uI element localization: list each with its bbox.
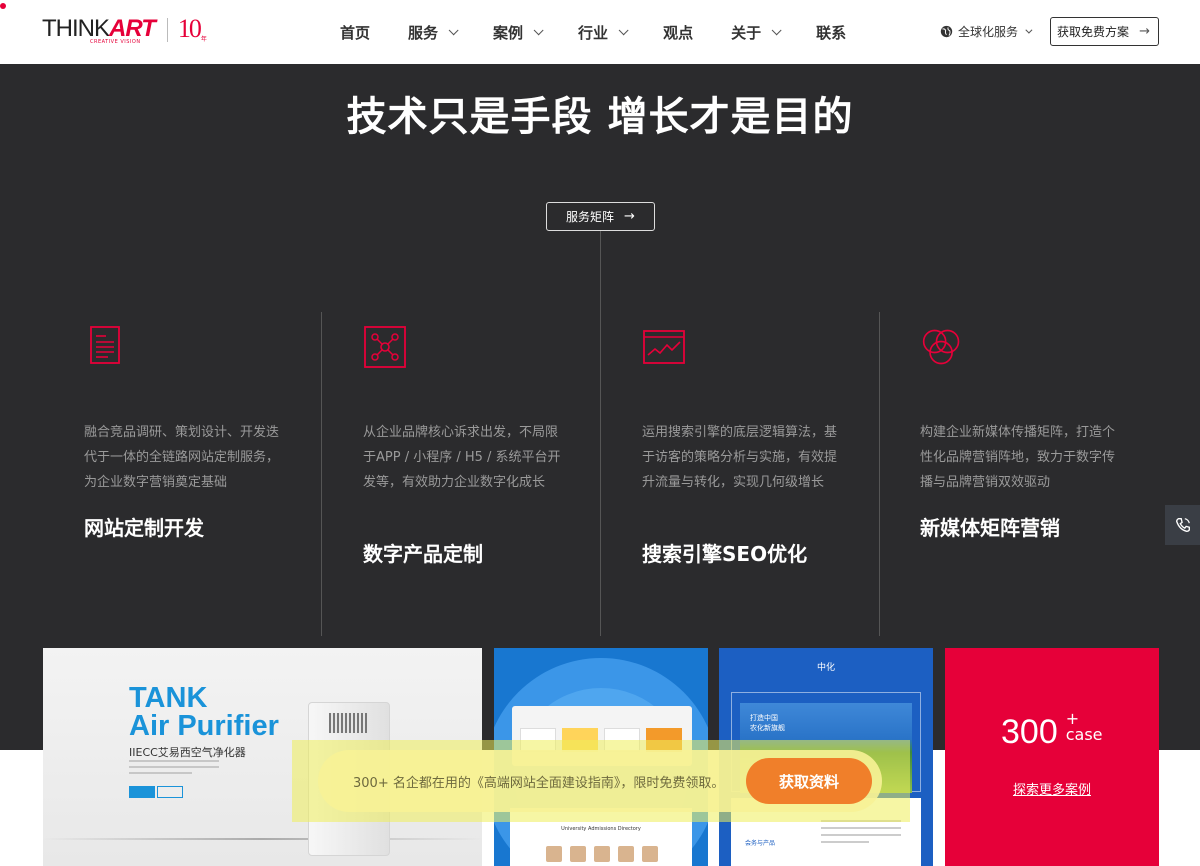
center-divider: [600, 231, 601, 636]
case-count-plus: +: [1065, 709, 1080, 728]
nav-item-about[interactable]: 关于: [731, 22, 782, 43]
get-materials-button[interactable]: 获取资料: [746, 758, 872, 804]
case-tank-text-lines: [129, 760, 219, 778]
case-zhonghua-headline: 打造中国 农化新旗舰: [750, 713, 785, 733]
service-title: 新媒体矩阵营销: [920, 516, 1060, 540]
globe-icon: [940, 25, 953, 38]
site-header: THINKART CREATIVE VISION 10 年 首页 服务 案例 行…: [0, 0, 1200, 64]
service-title: 数字产品定制: [363, 542, 483, 566]
column-divider: [879, 312, 880, 636]
service-matrix-label: 服务矩阵: [566, 210, 615, 224]
nav-item-insights[interactable]: 观点: [663, 22, 693, 43]
promo-text: 300+ 名企都在用的《高端网站全面建设指南》，限时免费领取。: [353, 776, 725, 791]
hero-title: 技术只是手段 增长才是目的: [346, 94, 854, 140]
case-count-card: 300 + case 探索更多案例: [945, 648, 1159, 866]
floor-shadow: [43, 838, 482, 840]
case-tank-title-line: Air Purifier: [129, 710, 279, 742]
network-nodes-icon: [364, 326, 406, 368]
global-service-selector[interactable]: 全球化服务: [940, 23, 1033, 40]
column-divider: [321, 312, 322, 636]
case-tank-title: TANK Air Purifier: [129, 682, 279, 742]
main-nav: 首页 服务 案例 行业 观点 关于 联系: [340, 0, 884, 64]
profile-photos: [546, 846, 666, 862]
nav-label: 首页: [340, 23, 371, 42]
service-matrix-button[interactable]: 服务矩阵 →: [546, 202, 655, 231]
case-tank-title-line: TANK: [129, 682, 208, 714]
case-tank-button-secondary: [157, 786, 183, 798]
nav-item-industry[interactable]: 行业: [578, 22, 629, 43]
nav-item-cases[interactable]: 案例: [493, 22, 544, 43]
arrow-right-icon: →: [1139, 24, 1150, 39]
case-count-unit: case: [1065, 725, 1103, 744]
nav-item-services[interactable]: 服务: [408, 22, 459, 43]
anniversary-unit: 年: [200, 36, 207, 43]
overlapping-circles-icon: [922, 329, 960, 365]
headline-line: 打造中国: [750, 714, 778, 722]
service-title: 网站定制开发: [84, 516, 204, 540]
case-zhonghua-tag: 会务与产品: [745, 840, 776, 847]
chevron-down-icon: [771, 24, 782, 35]
chevron-down-icon: [618, 24, 629, 35]
analytics-chart-icon: [643, 330, 685, 364]
document-list-icon: [90, 326, 120, 364]
service-description: 运用搜索引擎的底层逻辑算法，基于访客的策略分析与实施，有效提升流量与转化，实现几…: [642, 425, 838, 490]
nav-label: 联系: [816, 23, 847, 42]
service-description: 构建企业新媒体传播矩阵，打造个性化品牌营销阵地，致力于数字传播与品牌营销双效驱动: [920, 425, 1116, 490]
chevron-down-icon: [1025, 26, 1033, 34]
phone-icon: [1175, 518, 1190, 532]
case-tank-subtitle: IIECC艾易西空气净化器: [129, 746, 246, 759]
chevron-down-icon: [448, 24, 459, 35]
chevron-down-icon: [533, 24, 544, 35]
floating-contact-button[interactable]: [1165, 505, 1200, 545]
case-tank-button-primary: [129, 786, 155, 798]
free-plan-button[interactable]: 获取免费方案 →: [1050, 17, 1159, 46]
case-university-page-title: University Admissions Directory: [561, 826, 641, 832]
indicator-dot: [0, 3, 6, 9]
nav-label: 案例: [493, 23, 524, 42]
nav-item-contact[interactable]: 联系: [816, 22, 846, 43]
nav-label: 关于: [731, 23, 762, 42]
logo-tagline: CREATIVE VISION: [90, 39, 141, 45]
nav-item-home[interactable]: 首页: [340, 22, 370, 43]
logo-divider: [166, 18, 168, 42]
anniversary-mark: 10: [177, 14, 202, 43]
case-count: 300 + case: [1001, 709, 1103, 752]
free-plan-label: 获取免费方案: [1057, 25, 1130, 39]
service-description: 融合竞品调研、策划设计、开发迭代于一体的全链路网站定制服务，为企业数字营销奠定基…: [84, 425, 280, 490]
site-logo[interactable]: THINKART CREATIVE VISION 10 年: [42, 16, 207, 46]
global-service-label: 全球化服务: [958, 25, 1019, 39]
service-title: 搜索引擎SEO优化: [642, 542, 808, 566]
nav-label: 观点: [663, 23, 694, 42]
nav-label: 服务: [408, 23, 439, 42]
case-count-number: 300: [1001, 713, 1058, 751]
explore-more-cases-link[interactable]: 探索更多案例: [945, 779, 1159, 798]
headline-line: 农化新旗舰: [750, 724, 785, 732]
case-zhonghua-logo: 中化: [816, 663, 835, 673]
service-description: 从企业品牌核心诉求出发，不局限于APP / 小程序 / H5 / 系统平台开发等…: [363, 425, 561, 490]
arrow-right-icon: →: [624, 209, 635, 224]
nav-label: 行业: [578, 23, 609, 42]
